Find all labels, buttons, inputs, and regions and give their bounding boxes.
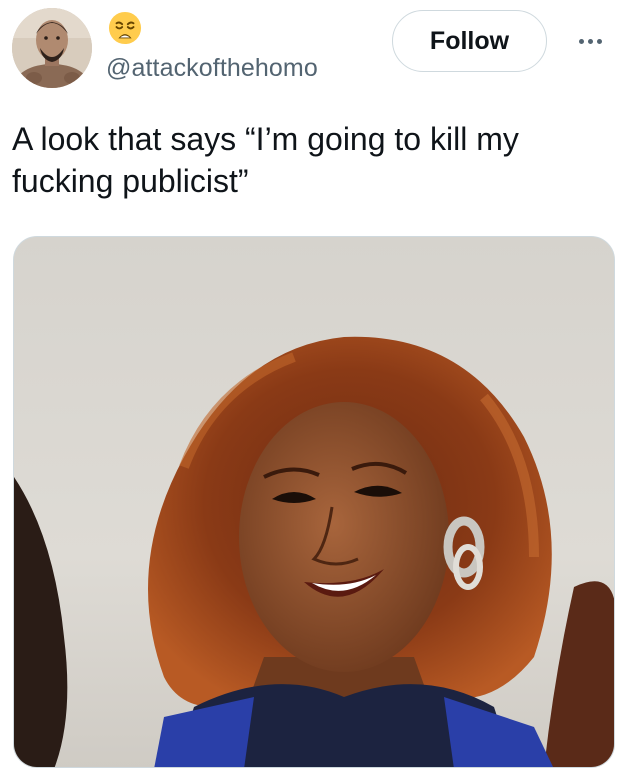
tweet-photo[interactable] <box>13 236 615 768</box>
more-dot <box>578 38 584 44</box>
author-handle[interactable]: @attackofthehomo <box>106 54 318 83</box>
author-display-name[interactable] <box>108 8 148 48</box>
more-dot <box>596 38 602 44</box>
more-dot <box>587 38 593 44</box>
weary-face-emoji-icon <box>108 11 142 45</box>
tweet-header: @attackofthehomo Follow <box>0 0 626 100</box>
avatar-image <box>12 8 92 88</box>
more-options-icon[interactable] <box>566 26 614 56</box>
tweet-text: A look that says “I’m going to kill my f… <box>12 121 519 199</box>
photo-image <box>14 237 614 767</box>
follow-button[interactable]: Follow <box>392 10 547 72</box>
author-avatar[interactable] <box>12 8 92 88</box>
